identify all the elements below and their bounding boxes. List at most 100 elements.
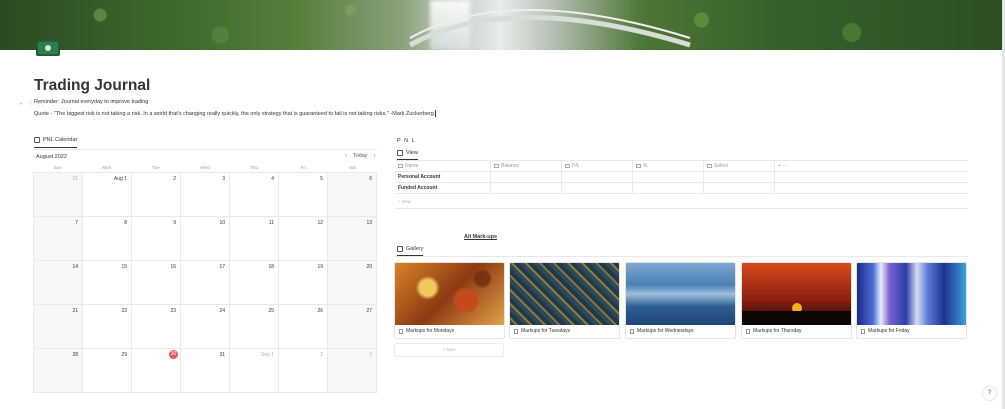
quote-line[interactable]: Quote - "The biggest risk is not taking … — [34, 110, 436, 117]
calendar-day-cell[interactable]: 6 — [328, 173, 377, 217]
calendar-day-cell[interactable]: 7 — [34, 217, 83, 261]
gallery-card[interactable]: Markups for Friday — [856, 262, 967, 339]
day-number: 24 — [219, 308, 225, 314]
calendar-day-cell[interactable]: 2 — [279, 349, 328, 393]
account-name[interactable]: Funded Account — [395, 183, 491, 193]
column-header[interactable]: Select — [704, 161, 775, 171]
column-header[interactable]: P/L — [562, 161, 633, 171]
calendar-weekday-header: Sun Mon Tue Wed Thu Fri Sat — [33, 163, 377, 172]
calendar-day-cell[interactable]: 27 — [328, 305, 377, 349]
pnl-new-button[interactable]: + New — [398, 199, 411, 204]
calendar-day-cell[interactable]: 10 — [181, 217, 230, 261]
money-icon[interactable] — [36, 40, 60, 56]
calendar-day-cell[interactable]: 5 — [279, 173, 328, 217]
gallery-new-button[interactable]: + New — [394, 343, 504, 357]
property-icon — [636, 163, 641, 168]
cover-bridge — [408, 9, 691, 48]
property-icon — [398, 163, 403, 168]
chevron-left-icon[interactable]: ‹ — [345, 153, 347, 159]
day-number: 31 — [72, 176, 78, 182]
table-cell[interactable] — [562, 172, 633, 182]
calendar-day-cell[interactable]: 16 — [132, 261, 181, 305]
calendar-day-cell[interactable]: 21 — [34, 305, 83, 349]
calendar-day-cell[interactable]: 12 — [279, 217, 328, 261]
calendar-day-cell[interactable]: Aug 1 — [83, 173, 132, 217]
divider — [395, 208, 968, 209]
calendar-day-cell[interactable]: 13 — [328, 217, 377, 261]
gallery-card[interactable]: Markups for Thursday — [741, 262, 852, 339]
calendar-day-cell[interactable]: 23 — [132, 305, 181, 349]
card-title-text: Markups for Wednesdays — [637, 328, 694, 334]
gallery-card[interactable]: Markups for Mondays — [394, 262, 505, 339]
gallery-card[interactable]: Markups for Tuesdays — [509, 262, 620, 339]
card-cover-image — [395, 263, 504, 325]
tab-pnl-calendar[interactable]: PNL Calendar — [34, 137, 78, 148]
calendar-day-cell[interactable]: 14 — [34, 261, 83, 305]
weekday-label: Fri — [300, 165, 306, 170]
calendar-day-cell[interactable]: 20 — [328, 261, 377, 305]
calendar-day-cell[interactable]: 31 — [34, 173, 83, 217]
calendar-day-cell[interactable]: Sep 1 — [230, 349, 279, 393]
card-cover-image — [742, 263, 851, 325]
card-title-text: Markups for Mondays — [406, 328, 455, 334]
calendar-day-cell[interactable]: 8 — [83, 217, 132, 261]
tab-gallery[interactable]: Gallery — [397, 246, 424, 256]
column-header[interactable]: Balance — [491, 161, 562, 171]
table-cell[interactable] — [704, 183, 775, 193]
day-number: 17 — [219, 264, 225, 270]
table-cell[interactable] — [704, 172, 775, 182]
calendar-day-cell[interactable]: 9 — [132, 217, 181, 261]
calendar-day-cell[interactable]: 19 — [279, 261, 328, 305]
day-number: 8 — [124, 220, 127, 226]
table-cell[interactable] — [633, 183, 704, 193]
today-button[interactable]: Today — [353, 153, 368, 159]
table-row[interactable]: Funded Account — [395, 183, 968, 194]
table-cell[interactable] — [491, 172, 562, 182]
calendar-day-cell[interactable]: 15 — [83, 261, 132, 305]
table-cell[interactable] — [562, 183, 633, 193]
day-number: 23 — [170, 308, 176, 314]
day-number: 21 — [72, 308, 78, 314]
chevron-right-icon[interactable]: › — [374, 153, 376, 159]
day-number: 2 — [320, 352, 323, 358]
calendar-day-cell[interactable]: 24 — [181, 305, 230, 349]
card-title-text: Markups for Thursday — [753, 328, 802, 334]
calendar-day-cell[interactable]: 31 — [181, 349, 230, 393]
calendar-day-cell[interactable]: 17 — [181, 261, 230, 305]
table-cell[interactable] — [775, 172, 968, 182]
column-header[interactable]: Name — [395, 161, 491, 171]
day-number: 6 — [369, 176, 372, 182]
day-number: 19 — [317, 264, 323, 270]
table-cell[interactable] — [775, 183, 968, 193]
tab-label: View — [406, 150, 418, 156]
calendar-day-cell[interactable]: 3 — [181, 173, 230, 217]
calendar-day-cell[interactable]: 28 — [34, 349, 83, 393]
gallery-card[interactable]: Markups for Wednesdays — [625, 262, 736, 339]
all-markups-link[interactable]: All Mark-ups — [464, 234, 497, 240]
calendar-day-cell[interactable]: 25 — [230, 305, 279, 349]
day-number: 16 — [170, 264, 176, 270]
account-name[interactable]: Personal Account — [395, 172, 491, 182]
day-number: 14 — [72, 264, 78, 270]
table-cell[interactable] — [633, 172, 704, 182]
calendar-day-cell[interactable]: 11 — [230, 217, 279, 261]
calendar-day-cell[interactable]: 26 — [279, 305, 328, 349]
column-header[interactable]: % — [633, 161, 704, 171]
calendar-day-cell[interactable]: 29 — [83, 349, 132, 393]
calendar-day-cell[interactable]: 3 — [328, 349, 377, 393]
calendar-day-cell[interactable]: 30 — [132, 349, 181, 393]
column-header[interactable]: + ··· — [775, 161, 968, 171]
tab-view[interactable]: View — [397, 150, 418, 160]
calendar-day-cell[interactable]: 4 — [230, 173, 279, 217]
calendar-day-cell[interactable]: 22 — [83, 305, 132, 349]
day-number: 28 — [72, 352, 78, 358]
day-number: 25 — [268, 308, 274, 314]
day-number: 9 — [173, 220, 176, 226]
calendar-day-cell[interactable]: 18 — [230, 261, 279, 305]
day-number: 3 — [222, 176, 225, 182]
table-row[interactable]: Personal Account — [395, 172, 968, 183]
help-button[interactable]: ? — [983, 387, 996, 400]
calendar-day-cell[interactable]: 2 — [132, 173, 181, 217]
weekday-label: Mon — [102, 165, 112, 170]
table-cell[interactable] — [491, 183, 562, 193]
